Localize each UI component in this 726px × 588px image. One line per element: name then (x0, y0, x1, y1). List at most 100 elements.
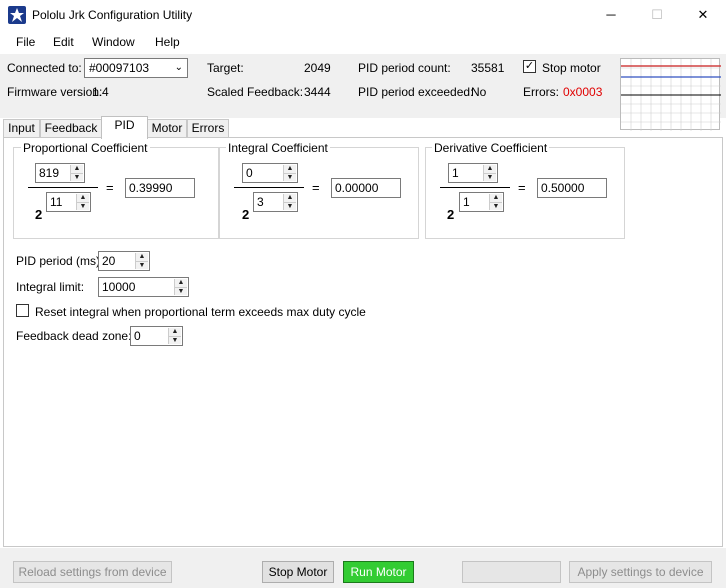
dead-zone-spinner[interactable]: 0 ▲ ▼ (130, 326, 183, 346)
spin-down-icon[interactable]: ▼ (284, 202, 296, 210)
spinner-arrows[interactable]: ▲ ▼ (168, 328, 181, 344)
pid-count-label: PID period count: (358, 61, 451, 75)
tab-motor[interactable]: Motor (147, 119, 187, 137)
pid-period-spinner[interactable]: 20 ▲ ▼ (98, 251, 150, 271)
integral-exponent-value: 3 (257, 195, 264, 209)
reload-settings-button[interactable]: Reload settings from device (13, 561, 172, 583)
pid-exceeded-label: PID period exceeded: (358, 85, 474, 99)
derivative-exponent-value: 1 (463, 195, 470, 209)
tab-errors[interactable]: Errors (187, 119, 229, 137)
scaled-feedback-value: 3444 (304, 85, 331, 99)
device-value: #00097103 (89, 61, 150, 75)
run-motor-label: Run Motor (350, 565, 407, 579)
spin-down-icon[interactable]: ▼ (136, 261, 148, 269)
spinner-arrows[interactable]: ▲ ▼ (283, 194, 296, 210)
fraction-line (28, 187, 98, 188)
minimize-button[interactable]: ─ (588, 0, 634, 30)
integral-multiplier-value: 0 (246, 166, 253, 180)
spin-up-icon[interactable]: ▲ (77, 194, 89, 202)
target-value: 2049 (304, 61, 331, 75)
fraction-line (440, 187, 510, 188)
proportional-base: 2 (35, 207, 43, 222)
proportional-exponent-spinner[interactable]: 11 ▲ ▼ (46, 192, 91, 212)
integral-exponent-spinner[interactable]: 3 ▲ ▼ (253, 192, 298, 212)
spin-down-icon[interactable]: ▼ (169, 336, 181, 344)
fraction-line (234, 187, 304, 188)
pid-exceeded-value: No (471, 85, 487, 99)
spinner-arrows[interactable]: ▲ ▼ (76, 194, 89, 210)
menu-edit[interactable]: Edit (53, 35, 74, 49)
spin-up-icon[interactable]: ▲ (136, 253, 148, 261)
integral-limit-value: 10000 (102, 280, 136, 294)
integral-limit-spinner[interactable]: 10000 ▲ ▼ (98, 277, 189, 297)
dead-zone-label: Feedback dead zone: (16, 329, 132, 343)
window-title: Pololu Jrk Configuration Utility (32, 8, 193, 22)
proportional-exponent-value: 11 (50, 195, 63, 209)
equals-sign: = (106, 180, 114, 195)
proportional-multiplier-value: 819 (39, 166, 60, 180)
spin-up-icon[interactable]: ▲ (71, 165, 83, 173)
spinner-arrows[interactable]: ▲ ▼ (135, 253, 148, 269)
scaled-feedback-label: Scaled Feedback: (207, 85, 304, 99)
firmware-label: Firmware version: (7, 85, 103, 99)
spin-up-icon[interactable]: ▲ (284, 165, 296, 173)
derivative-result: 0.50000 (537, 178, 607, 198)
integral-multiplier-spinner[interactable]: 0 ▲ ▼ (242, 163, 298, 183)
pid-period-value: 20 (102, 254, 116, 268)
spin-down-icon[interactable]: ▼ (175, 287, 187, 295)
stop-motor-button[interactable]: Stop Motor (262, 561, 334, 583)
menu-window[interactable]: Window (92, 35, 135, 49)
menu-file[interactable]: File (16, 35, 35, 49)
connected-label: Connected to: (7, 61, 82, 75)
close-button[interactable]: ✕ (680, 0, 726, 30)
spin-up-icon[interactable]: ▲ (490, 194, 502, 202)
spin-down-icon[interactable]: ▼ (490, 202, 502, 210)
spinner-arrows[interactable]: ▲ ▼ (283, 165, 296, 181)
spin-down-icon[interactable]: ▼ (484, 173, 496, 181)
dead-zone-value: 0 (134, 329, 141, 343)
spinner-arrows[interactable]: ▲ ▼ (70, 165, 83, 181)
proportional-multiplier-spinner[interactable]: 819 ▲ ▼ (35, 163, 85, 183)
integral-label: Integral Coefficient (226, 141, 330, 155)
spin-up-icon[interactable]: ▲ (284, 194, 296, 202)
stop-motor-checkbox[interactable]: ✓ (523, 60, 536, 73)
spinner-arrows[interactable]: ▲ ▼ (174, 279, 187, 295)
equals-sign: = (312, 180, 320, 195)
proportional-label: Proportional Coefficient (21, 141, 150, 155)
derivative-multiplier-value: 1 (452, 166, 459, 180)
reset-integral-checkbox[interactable] (16, 304, 29, 317)
maximize-button[interactable]: ☐ (634, 0, 680, 30)
errors-label: Errors: (523, 85, 559, 99)
spin-up-icon[interactable]: ▲ (169, 328, 181, 336)
firmware-value: 1.4 (92, 85, 109, 99)
tab-input[interactable]: Input (3, 119, 40, 137)
blank-button[interactable] (462, 561, 561, 583)
derivative-multiplier-spinner[interactable]: 1 ▲ ▼ (448, 163, 498, 183)
tab-feedback[interactable]: Feedback (40, 119, 102, 137)
spin-down-icon[interactable]: ▼ (284, 173, 296, 181)
stop-motor-label: Stop motor (542, 61, 601, 75)
chevron-down-icon: ⌄ (174, 62, 183, 73)
proportional-result: 0.39990 (125, 178, 195, 198)
reset-integral-label: Reset integral when proportional term ex… (35, 305, 366, 319)
spin-up-icon[interactable]: ▲ (484, 165, 496, 173)
feedback-plot[interactable] (620, 58, 721, 131)
apply-settings-button[interactable]: Apply settings to device (569, 561, 712, 583)
errors-value: 0x0003 (563, 85, 603, 99)
derivative-base: 2 (447, 207, 455, 222)
run-motor-button[interactable]: Run Motor (343, 561, 414, 583)
tab-pid[interactable]: PID (101, 116, 148, 139)
derivative-label: Derivative Coefficient (432, 141, 550, 155)
target-label: Target: (207, 61, 244, 75)
spinner-arrows[interactable]: ▲ ▼ (489, 194, 502, 210)
spin-up-icon[interactable]: ▲ (175, 279, 187, 287)
device-select[interactable]: #00097103 ⌄ (84, 58, 188, 78)
pid-period-label: PID period (ms): (16, 254, 104, 268)
derivative-exponent-spinner[interactable]: 1 ▲ ▼ (459, 192, 504, 212)
spin-down-icon[interactable]: ▼ (77, 202, 89, 210)
integral-limit-label: Integral limit: (16, 280, 85, 294)
spin-down-icon[interactable]: ▼ (71, 173, 83, 181)
integral-base: 2 (242, 207, 250, 222)
menu-help[interactable]: Help (155, 35, 180, 49)
spinner-arrows[interactable]: ▲ ▼ (483, 165, 496, 181)
